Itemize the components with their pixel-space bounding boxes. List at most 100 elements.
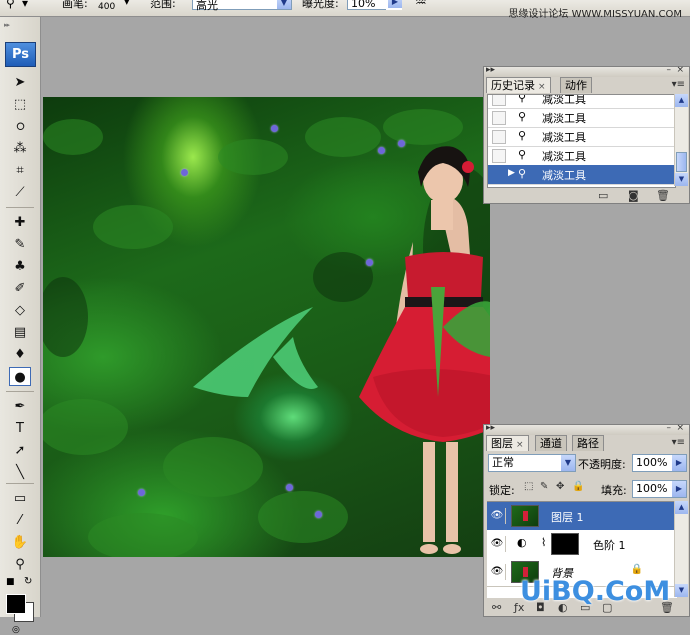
pen-tool-icon[interactable]: ✒ (9, 397, 31, 416)
opacity-input[interactable]: 100% ▶ (632, 454, 687, 472)
tool-separator (6, 207, 34, 208)
photoshop-logo[interactable]: Ps (5, 42, 36, 67)
tool-preset-arrow-icon[interactable]: ▾ (22, 0, 28, 10)
scroll-up-icon[interactable]: ▲ (675, 501, 688, 514)
dodge-tool-icon: ⚲ (518, 129, 527, 142)
layer-mask-thumbnail[interactable] (551, 533, 579, 555)
minimize-icon[interactable]: – (667, 423, 672, 433)
lasso-tool-icon[interactable]: ഠ (9, 117, 31, 136)
exposure-label: 曝光度: (302, 0, 339, 10)
dodge-tool-icon[interactable]: ⚲ (6, 0, 15, 10)
dodge-tool-icon: ⚲ (518, 94, 527, 104)
adjustment-layer-icon: ◐ (517, 536, 527, 549)
tab-channels[interactable]: 通道 (535, 435, 567, 451)
path-selection-tool-icon[interactable]: ➚ (9, 441, 31, 460)
foreground-color-swatch[interactable] (6, 594, 26, 614)
close-icon[interactable]: × (676, 423, 684, 433)
chevron-down-icon[interactable]: ▼ (561, 455, 575, 471)
document-canvas[interactable] (43, 97, 490, 557)
new-document-from-state-icon[interactable]: ▭ (598, 189, 608, 202)
lock-all-icon[interactable]: 🔒 (572, 481, 584, 492)
new-snapshot-icon[interactable]: ◙ (628, 189, 639, 202)
marquee-tool-icon[interactable]: ⬚ (9, 95, 31, 114)
notes-tool-icon[interactable]: ▭ (9, 489, 31, 508)
grip-icon[interactable]: ▸▸ (486, 423, 495, 433)
tab-close-icon[interactable]: × (516, 440, 524, 450)
layer-name: 图层 1 (551, 511, 584, 524)
lock-image-icon[interactable]: ✎ (540, 481, 548, 492)
type-tool-icon[interactable]: T (9, 419, 31, 438)
healing-brush-tool-icon[interactable]: ✚ (9, 213, 31, 232)
chevron-down-icon[interactable]: ▼ (277, 0, 291, 9)
eyedropper-slice-tool-icon[interactable]: ⟋ (9, 183, 31, 202)
fill-input[interactable]: 100% ▶ (632, 480, 687, 498)
history-item[interactable]: ⚲ 减淡工具 (488, 94, 675, 109)
history-panel-titlebar[interactable]: ▸▸ – × (484, 65, 689, 77)
layer-row-levels1[interactable]: 👁 ◐ ⌇ 色阶 1 (487, 530, 677, 559)
blend-mode-select[interactable]: 正常 ▼ (488, 454, 576, 472)
palette-grip-icon[interactable]: ▸▸ (4, 21, 10, 29)
hand-tool-icon[interactable]: ✋ (9, 533, 31, 552)
history-source-checkbox[interactable] (492, 130, 506, 144)
blur-tool-icon[interactable]: ♦ (9, 345, 31, 364)
history-item[interactable]: ⚲ 减淡工具 (488, 108, 675, 128)
fill-value: 100% (636, 482, 668, 495)
minimize-icon[interactable]: – (667, 65, 672, 75)
crop-tool-icon[interactable]: ⌗ (9, 161, 31, 180)
gradient-tool-icon[interactable]: ▤ (9, 323, 31, 342)
scroll-up-icon[interactable]: ▲ (675, 94, 688, 107)
visibility-eye-icon[interactable]: 👁 (489, 564, 506, 580)
layers-panel-titlebar[interactable]: ▸▸ – × (484, 423, 689, 435)
tab-paths[interactable]: 路径 (572, 435, 604, 451)
exposure-input[interactable]: 10% (347, 0, 387, 10)
link-layers-icon[interactable]: ⚯ (492, 601, 501, 614)
history-item[interactable]: ⚲ 减淡工具 (488, 127, 675, 147)
brush-picker-arrow-icon[interactable]: ▾ (124, 0, 130, 8)
visibility-eye-icon[interactable]: 👁 (489, 508, 506, 524)
history-source-checkbox[interactable] (492, 111, 506, 125)
chevron-right-icon[interactable]: ▶ (672, 481, 686, 497)
brush-size[interactable]: 400 (98, 2, 115, 12)
clone-stamp-tool-icon[interactable]: ♣ (9, 257, 31, 276)
airbrush-icon[interactable]: ♒ (415, 0, 427, 10)
lock-position-icon[interactable]: ✥ (556, 481, 564, 492)
visibility-eye-icon[interactable]: 👁 (489, 536, 506, 552)
history-item[interactable]: ⚲ 减淡工具 (488, 146, 675, 166)
eraser-tool-icon[interactable]: ◇ (9, 301, 31, 320)
move-tool-icon[interactable]: ➤ (9, 73, 31, 92)
tab-history[interactable]: 历史记录 × (486, 77, 551, 93)
exposure-slider-button[interactable]: ▶ (386, 0, 402, 10)
panel-menu-icon[interactable]: ▾≡ (672, 437, 685, 448)
tab-close-icon[interactable]: × (538, 82, 546, 92)
tab-layers[interactable]: 图层 × (486, 435, 529, 451)
chevron-right-icon[interactable]: ▶ (672, 455, 686, 471)
dodge-tool-icon[interactable]: ● (9, 367, 31, 386)
swap-colors-icon[interactable]: ↻ (24, 576, 32, 587)
tab-actions[interactable]: 动作 (560, 77, 592, 93)
range-select[interactable]: 高光 ▼ (192, 0, 292, 12)
scroll-down-icon[interactable]: ▼ (675, 584, 688, 597)
zoom-tool-icon[interactable]: ⚲ (9, 555, 31, 574)
history-scrollbar[interactable]: ▲ ▼ (674, 94, 688, 186)
scroll-thumb[interactable] (676, 152, 687, 172)
eyedropper-tool-icon[interactable]: ⁄ (9, 511, 31, 530)
layer-row-layer1[interactable]: 👁 图层 1 (487, 502, 677, 531)
history-item-selected[interactable]: ▶ ⚲ 减淡工具 (488, 165, 675, 185)
lock-transparent-icon[interactable]: ⬚ (524, 481, 533, 492)
layers-scrollbar[interactable]: ▲ ▼ (674, 501, 688, 597)
history-source-checkbox[interactable] (492, 168, 506, 182)
scroll-down-icon[interactable]: ▼ (675, 173, 688, 186)
close-icon[interactable]: × (676, 65, 684, 75)
history-source-checkbox[interactable] (492, 149, 506, 163)
panel-menu-icon[interactable]: ▾≡ (672, 79, 685, 90)
trash-icon[interactable]: 🗑 (656, 189, 670, 202)
grip-icon[interactable]: ▸▸ (486, 65, 495, 75)
brush-tool-icon[interactable]: ✎ (9, 235, 31, 254)
line-tool-icon[interactable]: ╲ (9, 463, 31, 482)
link-icon[interactable]: ⌇ (541, 536, 546, 549)
history-brush-tool-icon[interactable]: ✐ (9, 279, 31, 298)
quick-mask-icon[interactable]: ◎ (12, 625, 20, 635)
history-source-checkbox[interactable] (492, 95, 506, 106)
default-colors-icon[interactable]: ■ (6, 577, 15, 587)
magic-wand-tool-icon[interactable]: ⁂ (9, 139, 31, 158)
